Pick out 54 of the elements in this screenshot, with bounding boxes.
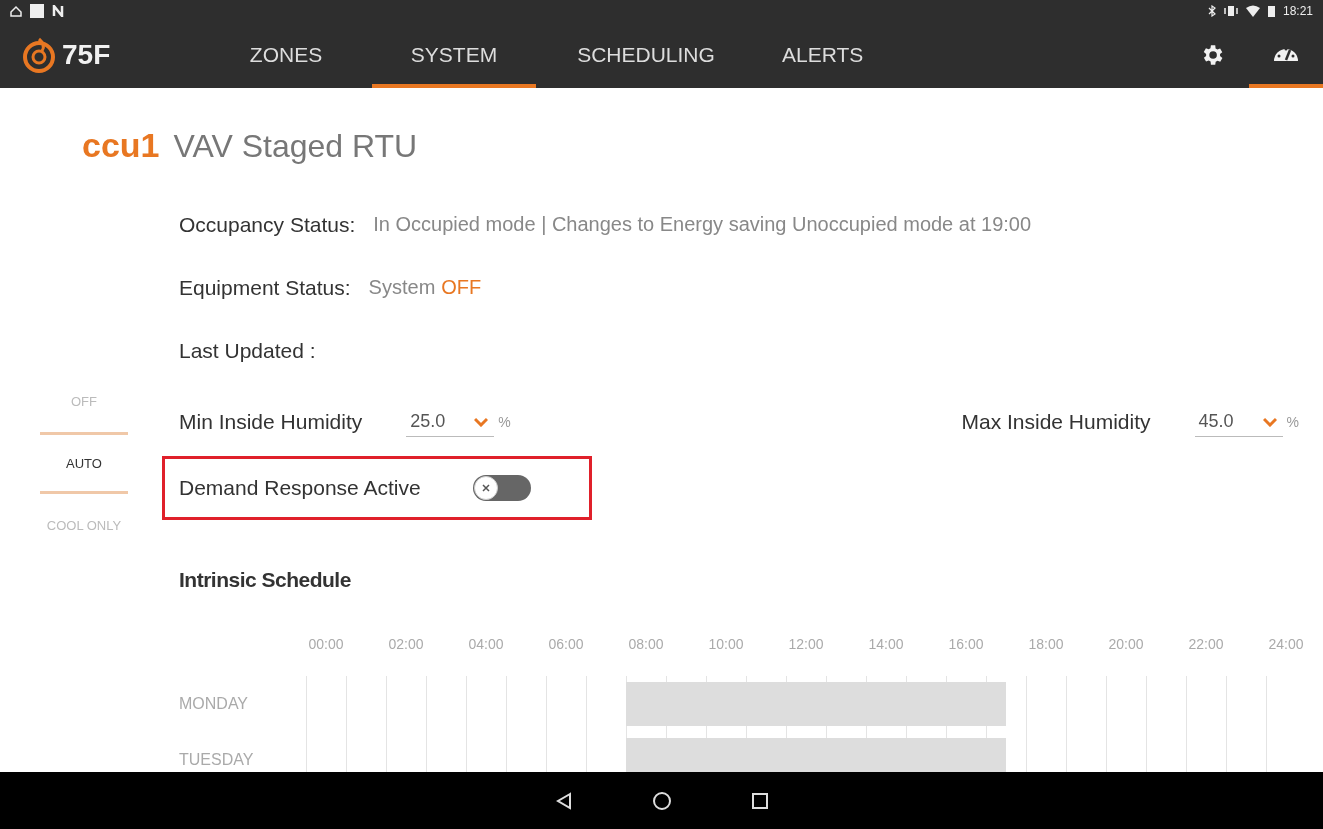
vibrate-icon bbox=[1223, 5, 1238, 17]
chevron-down-icon bbox=[1262, 416, 1277, 427]
logo-text: 75F bbox=[62, 39, 111, 71]
bluetooth-icon bbox=[1207, 5, 1216, 17]
hour-label: 16:00 bbox=[948, 636, 984, 652]
clock-time: 18:21 bbox=[1282, 4, 1313, 18]
hour-label: 06:00 bbox=[548, 636, 584, 652]
section-title: Intrinsic Schedule bbox=[179, 568, 352, 592]
status-label: Occupancy Status: bbox=[179, 212, 356, 237]
unit-id: ccu1 bbox=[82, 126, 160, 165]
home-button[interactable] bbox=[651, 790, 672, 811]
gauge-icon bbox=[1273, 48, 1299, 62]
square-icon bbox=[30, 4, 44, 18]
unit-label: % bbox=[498, 414, 511, 430]
day-label: MONDAY bbox=[179, 695, 250, 713]
hour-label: 22:00 bbox=[1188, 636, 1224, 652]
hour-label: 24:00 bbox=[1268, 636, 1304, 652]
hour-label: 08:00 bbox=[628, 636, 664, 652]
unit-label: % bbox=[1286, 414, 1299, 430]
nav-tab[interactable]: ZONES bbox=[204, 22, 368, 88]
nav-tab[interactable]: ALERTS bbox=[756, 22, 886, 88]
logo-flame-icon bbox=[22, 37, 56, 73]
back-button[interactable] bbox=[555, 791, 572, 810]
humidity-dropdown[interactable]: 45.0 bbox=[1194, 407, 1283, 437]
status-value: In Occupied mode | Changes to Energy saving Unoccupied mode at 19:00 bbox=[373, 213, 1032, 236]
humidity-label: Max Inside Humidity bbox=[961, 410, 1151, 434]
status-value: System bbox=[368, 276, 436, 299]
nav-tab[interactable]: SCHEDULING bbox=[540, 22, 752, 88]
humidity-dropdown[interactable]: 25.0 bbox=[406, 407, 495, 437]
hour-label: 18:00 bbox=[1028, 636, 1064, 652]
hour-label: 04:00 bbox=[468, 636, 504, 652]
close-icon bbox=[480, 483, 491, 493]
demand-response-label: Demand Response Active bbox=[179, 476, 421, 500]
battery-icon bbox=[1267, 5, 1275, 17]
status-label: Last Updated : bbox=[179, 338, 316, 363]
hour-label: 12:00 bbox=[788, 636, 824, 652]
recents-button[interactable] bbox=[751, 792, 768, 809]
status-value: OFF bbox=[441, 276, 482, 299]
home-outline-icon bbox=[10, 5, 22, 17]
nav-tab[interactable]: SYSTEM bbox=[372, 22, 536, 88]
hour-label: 00:00 bbox=[308, 636, 344, 652]
day-label: TUESDAY bbox=[179, 751, 255, 769]
toggle-switch[interactable] bbox=[472, 475, 531, 501]
hour-label: 20:00 bbox=[1108, 636, 1144, 652]
wifi-icon bbox=[1245, 5, 1260, 17]
mode-option[interactable]: AUTO bbox=[40, 432, 128, 494]
n-mark-icon bbox=[52, 5, 64, 17]
hour-label: 14:00 bbox=[868, 636, 904, 652]
system-title: VAV Staged RTU bbox=[173, 128, 418, 165]
hour-label: 02:00 bbox=[388, 636, 424, 652]
chevron-down-icon bbox=[474, 416, 489, 427]
status-label: Equipment Status: bbox=[179, 275, 351, 300]
humidity-label: Min Inside Humidity bbox=[179, 410, 363, 434]
hour-label: 10:00 bbox=[708, 636, 744, 652]
